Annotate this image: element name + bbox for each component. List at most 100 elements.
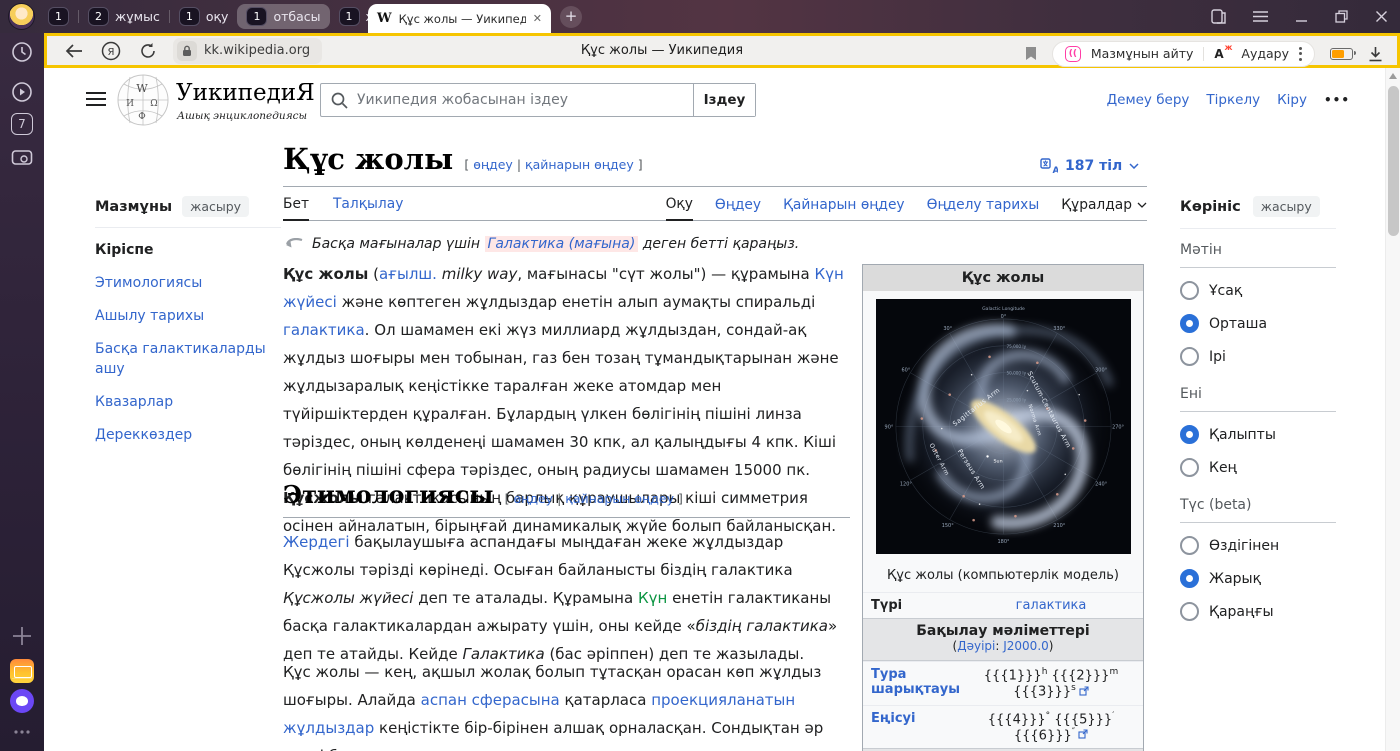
radio-width-standard[interactable]: Қалыпты bbox=[1180, 418, 1336, 451]
disambiguation-link[interactable]: Галактика (мағына) bbox=[485, 236, 639, 252]
screenshot-icon[interactable] bbox=[11, 147, 33, 169]
alice-icon[interactable] bbox=[10, 689, 34, 713]
toc-item-sources[interactable]: Дереккөздер bbox=[95, 425, 281, 445]
link-galaxy[interactable]: галактика bbox=[283, 321, 365, 339]
wikipedia-wordmark[interactable]: УикипедиЯ bbox=[176, 80, 315, 106]
window-controls bbox=[1211, 0, 1388, 33]
tab-edit-source[interactable]: Қайнарын өңдеу bbox=[783, 197, 905, 220]
back-icon[interactable] bbox=[65, 44, 83, 58]
link-sun[interactable]: Күн bbox=[638, 589, 667, 607]
radio-text-standard[interactable]: Орташа bbox=[1180, 307, 1336, 340]
scrollbar-up-arrow[interactable] bbox=[1389, 73, 1397, 79]
browser-menu-icon[interactable] bbox=[1253, 11, 1268, 22]
search-input[interactable] bbox=[321, 84, 693, 116]
radio-icon-selected[interactable] bbox=[1180, 314, 1199, 333]
minimize-button[interactable] bbox=[1295, 10, 1308, 23]
epoch-value-link[interactable]: J2000.0 bbox=[1003, 639, 1049, 653]
close-button[interactable] bbox=[1375, 10, 1388, 23]
bookmark-icon[interactable] bbox=[1025, 46, 1037, 61]
radio-color-auto[interactable]: Өздігінен bbox=[1180, 529, 1336, 562]
radio-width-wide[interactable]: Кең bbox=[1180, 451, 1336, 484]
scrollbar-thumb[interactable] bbox=[1388, 86, 1399, 236]
new-tab-button[interactable]: + bbox=[560, 6, 582, 28]
wikipedia-logo[interactable]: W И Ω Ф bbox=[116, 72, 170, 128]
main-menu-icon[interactable] bbox=[86, 92, 106, 106]
link-earth[interactable]: Жердегі bbox=[283, 533, 350, 551]
donate-link[interactable]: Демеу беру bbox=[1107, 92, 1190, 108]
tab-counter[interactable]: 7 bbox=[11, 113, 33, 135]
maximize-button[interactable] bbox=[1335, 10, 1348, 23]
video-icon[interactable] bbox=[11, 81, 33, 103]
link-english[interactable]: ағылш. bbox=[379, 265, 437, 283]
edit-link[interactable]: өңдеу bbox=[473, 157, 513, 172]
pill-more-icon[interactable] bbox=[1299, 47, 1302, 61]
download-icon[interactable] bbox=[1368, 46, 1383, 62]
tools-menu[interactable]: Құралдар bbox=[1061, 197, 1147, 220]
toc-item-etymology[interactable]: Этимологиясы bbox=[95, 273, 281, 293]
search-button[interactable]: Іздеу bbox=[693, 84, 755, 116]
add-panel-icon[interactable] bbox=[11, 625, 33, 647]
yandex-search-icon[interactable]: Я bbox=[101, 41, 121, 61]
toc-item-intro[interactable]: Кіріспе bbox=[95, 240, 281, 260]
epoch-link[interactable]: Дәуірі bbox=[957, 639, 995, 653]
radio-color-dark[interactable]: Қараңғы bbox=[1180, 595, 1336, 628]
register-link[interactable]: Тіркелу bbox=[1206, 92, 1260, 108]
link-celestial-sphere[interactable]: аспан сферасына bbox=[421, 691, 560, 709]
radio-icon-selected[interactable] bbox=[1180, 569, 1199, 588]
language-icon: A bbox=[1040, 158, 1058, 174]
appearance-hide-button[interactable]: жасыру bbox=[1253, 196, 1320, 217]
edit-source-link[interactable]: қайнарын өңдеу bbox=[565, 491, 674, 506]
declination-link[interactable]: Еңісуі bbox=[871, 711, 915, 726]
toc-title: Мазмұны bbox=[95, 199, 172, 215]
tab-group-family-active[interactable]: 1 отбасы bbox=[237, 4, 329, 29]
radio-icon[interactable] bbox=[1180, 536, 1199, 555]
address-actions: (( Мазмұнын айту Aж Аудару bbox=[1025, 36, 1383, 71]
toc-item-discovery[interactable]: Ашылу тарихы bbox=[95, 306, 281, 326]
tab-group-study[interactable]: 1 оқу bbox=[179, 7, 229, 26]
tab-edit[interactable]: Өңдеу bbox=[715, 197, 761, 220]
page-scrollbar[interactable] bbox=[1385, 68, 1400, 751]
user-more-icon[interactable]: ••• bbox=[1324, 93, 1350, 107]
svg-text:180°: 180° bbox=[997, 539, 1009, 545]
url-chip[interactable]: kk.wikipedia.org bbox=[173, 38, 322, 64]
title-divider bbox=[283, 186, 1147, 187]
read-aloud-button[interactable]: Мазмұнын айту bbox=[1091, 46, 1194, 61]
galaxy-type-link[interactable]: галактика bbox=[1016, 598, 1087, 613]
tab-history[interactable]: Өңделу тарихы bbox=[927, 197, 1040, 220]
tab-group-work[interactable]: 2 жұмыс bbox=[88, 7, 160, 26]
refresh-icon[interactable] bbox=[139, 42, 157, 60]
tab-talk[interactable]: Талқылау bbox=[333, 196, 403, 221]
radio-icon[interactable] bbox=[1180, 281, 1199, 300]
battery-saver-icon[interactable] bbox=[1330, 48, 1353, 60]
color-label: Түс (beta) bbox=[1180, 484, 1336, 523]
radio-text-small[interactable]: Ұсақ bbox=[1180, 274, 1336, 307]
edit-link[interactable]: өңдеу bbox=[513, 491, 553, 506]
right-ascension-link[interactable]: Тура шарықтауы bbox=[871, 667, 960, 697]
tab-group-1[interactable]: 1 bbox=[48, 7, 69, 26]
tab-close-icon[interactable]: ✕ bbox=[533, 12, 542, 25]
translate-button[interactable]: Аудару bbox=[1241, 46, 1289, 61]
toc-item-other-galaxies[interactable]: Басқа галактикаларды ашу bbox=[95, 339, 281, 379]
profile-avatar[interactable] bbox=[8, 3, 35, 30]
edit-source-link[interactable]: қайнарын өңдеу bbox=[525, 157, 634, 172]
more-icon[interactable] bbox=[11, 721, 33, 743]
radio-color-light[interactable]: Жарық bbox=[1180, 562, 1336, 595]
toc-hide-button[interactable]: жасыру bbox=[182, 196, 249, 217]
active-browser-tab[interactable]: W Құс жолы — Уикипеди ✕ bbox=[368, 4, 551, 33]
toc-item-quasars[interactable]: Квазарлар bbox=[95, 392, 281, 412]
language-button[interactable]: A 187 тіл bbox=[1040, 158, 1139, 174]
history-icon[interactable] bbox=[11, 41, 33, 63]
side-panels-icon[interactable] bbox=[1211, 9, 1226, 24]
mail-icon[interactable] bbox=[10, 659, 34, 683]
tab-page[interactable]: Бет bbox=[283, 196, 309, 221]
tab-groups: 1 2 жұмыс 1 оқу 1 отбасы 1 хобби bbox=[48, 0, 419, 33]
radio-icon-selected[interactable] bbox=[1180, 425, 1199, 444]
lock-icon[interactable] bbox=[177, 41, 197, 61]
login-link[interactable]: Кіру bbox=[1277, 92, 1307, 108]
tab-read[interactable]: Оқу bbox=[666, 196, 693, 221]
radio-icon[interactable] bbox=[1180, 347, 1199, 366]
galaxy-image[interactable]: Scutum-Centaurus Arm Sagittarius Arm Nor… bbox=[863, 291, 1143, 560]
radio-text-large[interactable]: Ірі bbox=[1180, 340, 1336, 373]
radio-icon[interactable] bbox=[1180, 602, 1199, 621]
radio-icon[interactable] bbox=[1180, 458, 1199, 477]
